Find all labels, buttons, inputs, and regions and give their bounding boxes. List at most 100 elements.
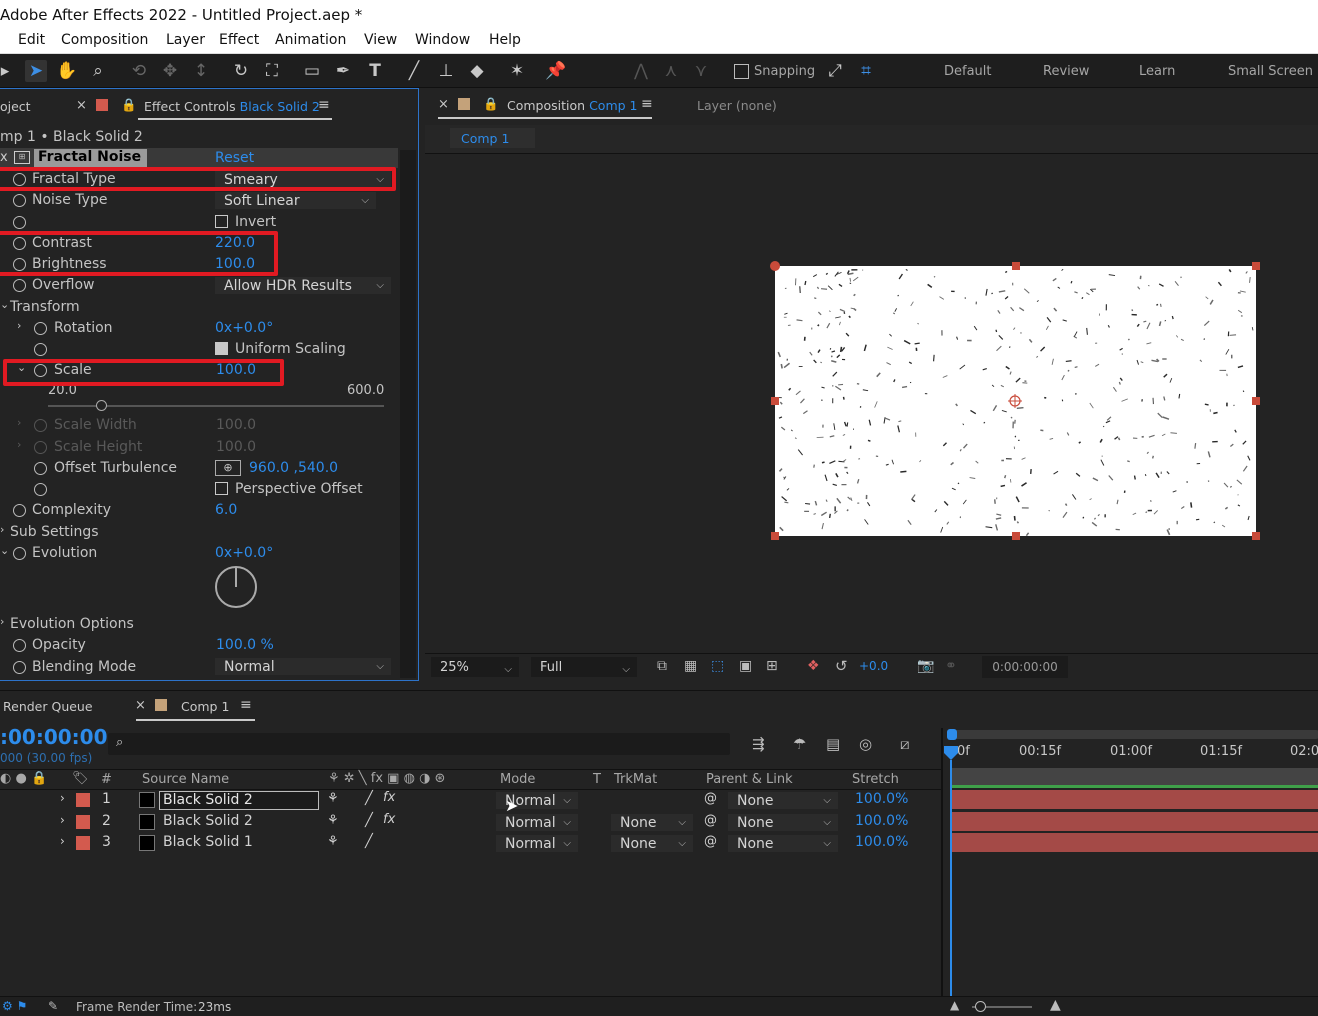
fast-previews-icon[interactable]: ⧉ — [657, 658, 667, 674]
close-tab-icon[interactable]: × — [76, 98, 87, 113]
group-transform[interactable]: ⌄ Transform — [0, 298, 400, 319]
handle-top-center[interactable] — [1012, 262, 1020, 270]
chevron-right-icon[interactable]: › — [60, 834, 65, 848]
pickwhip-icon[interactable]: @ — [704, 791, 717, 806]
layer-panel-tab[interactable]: Layer (none) — [697, 98, 777, 113]
overflow-dropdown[interactable]: Allow HDR Results ⌵ — [215, 277, 391, 294]
roto-brush-icon[interactable]: ✶ — [506, 60, 528, 82]
menu-composition[interactable]: Composition — [61, 32, 148, 48]
composition-tab[interactable]: Composition Comp 1 — [507, 98, 637, 113]
chevron-right-icon[interactable]: › — [0, 523, 4, 536]
handle-middle-right[interactable] — [1252, 397, 1260, 405]
work-area-bar[interactable] — [947, 730, 1318, 739]
layer-row-1[interactable]: › 1 Black Solid 2 ⚘ ╱ fx Normal ⌵ @ None ⌵… — [0, 790, 942, 811]
stretch-value[interactable]: 100.0% — [855, 791, 908, 807]
home-icon[interactable]: ▸ — [0, 60, 16, 82]
zoom-in-icon[interactable]: ▲ — [1050, 997, 1061, 1013]
motion-blur-icon[interactable]: ◎ — [859, 735, 872, 753]
column-t[interactable]: T — [593, 772, 601, 787]
layer-bar-2[interactable] — [952, 812, 1318, 831]
offset-value[interactable]: 960.0 ,540.0 — [249, 460, 338, 476]
render-icons[interactable]: ⚙ ⚑ — [2, 999, 27, 1013]
panel-menu-icon[interactable]: ≡ — [240, 697, 252, 713]
stopwatch-icon[interactable] — [13, 279, 26, 292]
menu-help[interactable]: Help — [489, 32, 521, 48]
evolution-dial[interactable] — [215, 566, 257, 608]
zoom-dropdown[interactable]: 25% ⌵ — [431, 657, 519, 677]
blend-mode-dropdown[interactable]: Normal ⌵ — [496, 814, 578, 831]
column-source-name[interactable]: Source Name — [142, 772, 229, 787]
effect-name[interactable]: Fractal Noise — [34, 149, 147, 167]
grid-guides-icon[interactable]: ⊞ — [766, 658, 778, 674]
time-zoom-thumb[interactable] — [975, 1001, 986, 1012]
handle-top-right[interactable] — [1252, 262, 1260, 270]
handle-bottom-right[interactable] — [1252, 532, 1260, 540]
workspace-small-screen[interactable]: Small Screen — [1228, 64, 1313, 79]
effect-controls-tab[interactable]: Effect Controls Black Solid 2 — [144, 99, 320, 114]
layer-name-input[interactable]: Black Solid 2 — [159, 791, 319, 810]
stretch-value[interactable]: 100.0% — [855, 834, 908, 850]
lock-icon[interactable]: 🔒 — [121, 97, 137, 113]
orbit-camera-icon[interactable]: ⟲ — [128, 60, 150, 82]
snap-edges-icon[interactable]: ⤢ — [824, 60, 846, 82]
effects-icon[interactable]: fx — [383, 790, 395, 805]
rotation-value[interactable]: 0x+0.0° — [215, 320, 273, 336]
chevron-right-icon[interactable]: › — [0, 615, 4, 628]
fx-icon[interactable]: x — [0, 150, 8, 165]
type-tool-icon[interactable]: T — [364, 60, 386, 82]
quality-icon[interactable]: ╱ — [365, 791, 373, 806]
stopwatch-icon[interactable] — [13, 194, 26, 207]
comp-flowchart-tab[interactable]: Comp 1 — [450, 128, 535, 148]
axis-view-icon[interactable]: ⋎ — [690, 60, 712, 82]
stopwatch-icon[interactable] — [13, 661, 26, 674]
dolly-camera-icon[interactable]: ↕ — [190, 60, 212, 82]
zoom-out-icon[interactable]: ▲ — [950, 998, 959, 1012]
trkmat-dropdown[interactable]: None ⌵ — [611, 835, 693, 852]
chevron-down-icon[interactable]: ⌄ — [0, 544, 9, 557]
column-num[interactable]: # — [101, 772, 112, 787]
layer-label-color[interactable] — [76, 815, 90, 829]
stopwatch-icon[interactable] — [34, 322, 47, 335]
stopwatch-icon[interactable] — [34, 462, 47, 475]
color-channels-icon[interactable]: ❖ — [807, 658, 820, 674]
layer-row-3[interactable]: › 3 Black Solid 1 ⚘ ╱ Normal ⌵ None ⌵ @ No… — [0, 833, 942, 854]
selection-tool-icon[interactable]: ➤ — [25, 60, 47, 82]
evolution-value[interactable]: 0x+0.0° — [215, 545, 273, 561]
workspace-review[interactable]: Review — [1043, 64, 1089, 79]
mask-visibility-icon[interactable]: ⬚ — [711, 658, 724, 674]
menu-animation[interactable]: Animation — [275, 32, 346, 48]
project-tab[interactable]: oject — [0, 99, 31, 114]
column-mode[interactable]: Mode — [500, 772, 535, 787]
reset-exposure-icon[interactable]: ↺ — [835, 657, 848, 675]
pickwhip-icon[interactable]: @ — [704, 834, 717, 849]
handle-bottom-left[interactable] — [771, 532, 779, 540]
panel-menu-icon[interactable]: ≡ — [641, 96, 653, 112]
layer-name[interactable]: Black Solid 2 — [163, 813, 253, 829]
group-evolution-options[interactable]: › Evolution Options — [0, 615, 400, 636]
parent-dropdown[interactable]: None ⌵ — [728, 835, 838, 852]
uniform-scaling-checkbox[interactable] — [215, 342, 228, 355]
shy-icon[interactable]: ⚘ — [327, 834, 339, 849]
scale-slider-thumb[interactable] — [96, 400, 107, 411]
workspace-default[interactable]: Default — [944, 64, 992, 79]
effects-icon[interactable]: fx — [383, 812, 395, 827]
chevron-down-icon[interactable]: ⌄ — [0, 298, 9, 311]
pan-camera-icon[interactable]: ✥ — [159, 60, 181, 82]
snapshot-camera-icon[interactable]: 📷 — [917, 658, 934, 674]
frame-blending-icon[interactable]: ▤ — [826, 735, 840, 753]
brush-tool-icon[interactable]: ╱ — [403, 60, 425, 82]
lock-icon[interactable]: 🔒 — [483, 96, 499, 112]
pickwhip-icon[interactable]: @ — [704, 813, 717, 828]
zoom-tool-icon[interactable]: ⌕ — [87, 60, 109, 82]
trkmat-dropdown[interactable]: None ⌵ — [611, 814, 693, 831]
invert-checkbox[interactable] — [215, 215, 228, 228]
blending-mode-dropdown[interactable]: Normal ⌵ — [215, 658, 391, 675]
menu-view[interactable]: View — [364, 32, 397, 48]
eraser-tool-icon[interactable]: ◆ — [466, 60, 488, 82]
axis-local-icon[interactable]: ⋀ — [630, 60, 652, 82]
noise-type-dropdown[interactable]: Soft Linear ⌵ — [215, 192, 376, 209]
comp1-timeline-tab[interactable]: Comp 1 — [181, 699, 229, 714]
workspace-learn[interactable]: Learn — [1139, 64, 1175, 79]
stretch-value[interactable]: 100.0% — [855, 813, 908, 829]
close-tab-icon[interactable]: × — [438, 97, 449, 112]
